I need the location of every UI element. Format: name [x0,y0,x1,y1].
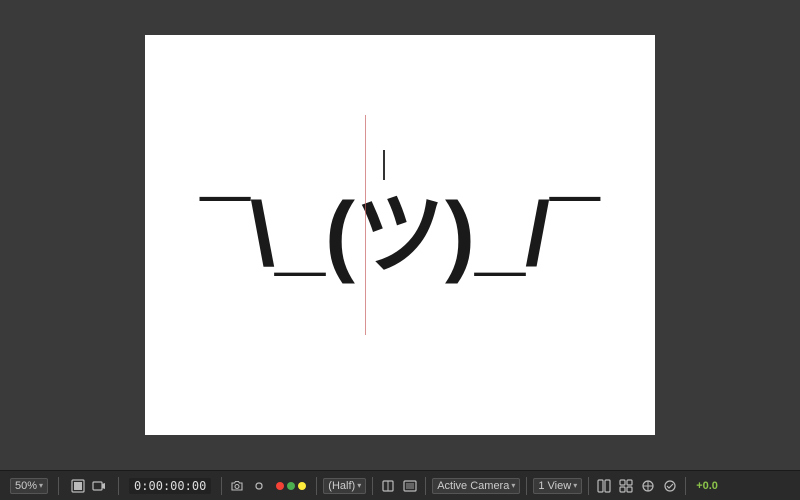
bottom-bar: 50% ▾ 0:00:00:00 [0,470,800,500]
screenshot-icon[interactable] [228,477,246,495]
timecode-display[interactable]: 0:00:00:00 [129,478,211,494]
viewport-render-icon[interactable] [69,477,87,495]
viewport-icons [65,477,112,495]
channel-dots [272,482,310,490]
zoom-section: 50% ▾ [6,478,52,494]
quality-label: (Half) [328,480,355,492]
camera-toggle-icon[interactable] [90,477,108,495]
editor-icon-1[interactable] [595,477,613,495]
active-camera-label: Active Camera [437,480,509,492]
plus-value-display: +0.0 [696,480,718,492]
zoom-dropdown[interactable]: 50% ▾ [10,478,48,494]
divider-4 [316,477,317,495]
zoom-label: 50% [15,480,37,492]
green-channel-dot [287,482,295,490]
zoom-chevron-icon: ▾ [39,481,43,490]
render-preview-icon[interactable] [401,477,419,495]
viewport-area: ¯\_(ツ)_/¯ [0,0,800,470]
divider-9 [685,477,686,495]
editor-icon-3[interactable] [639,477,657,495]
chain-icon[interactable] [250,477,268,495]
divider-1 [58,477,59,495]
cursor-line [365,115,366,335]
quality-chevron-icon: ▾ [357,481,361,490]
camera-chevron-icon: ▾ [511,481,515,490]
timecode-section: 0:00:00:00 [125,478,215,494]
render-slot-icon[interactable] [379,477,397,495]
canvas-frame: ¯\_(ツ)_/¯ [145,35,655,435]
blue-channel-dot [298,482,306,490]
view-chevron-icon: ▾ [573,481,577,490]
view-dropdown[interactable]: 1 View ▾ [533,478,582,494]
view-label: 1 View [538,480,571,492]
editor-icon-2[interactable] [617,477,635,495]
quality-dropdown[interactable]: (Half) ▾ [323,478,366,494]
divider-5 [372,477,373,495]
red-channel-dot [276,482,284,490]
active-camera-dropdown[interactable]: Active Camera ▾ [432,478,520,494]
text-cursor [383,150,385,180]
main-text: ¯\_(ツ)_/¯ [200,190,599,280]
divider-8 [588,477,589,495]
plus-value-section: +0.0 [692,480,722,492]
editor-icon-4[interactable] [661,477,679,495]
divider-7 [526,477,527,495]
divider-2 [118,477,119,495]
divider-6 [425,477,426,495]
divider-3 [221,477,222,495]
